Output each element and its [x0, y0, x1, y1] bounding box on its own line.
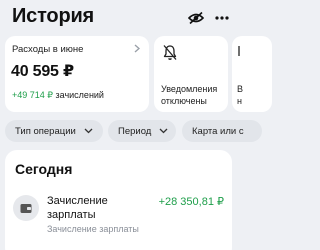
header: История	[0, 0, 240, 36]
income-amount: +49 714 ₽	[12, 90, 54, 100]
income-label: зачислений	[55, 90, 104, 100]
peek-card[interactable]: В н	[232, 36, 272, 112]
wallet-icon	[13, 195, 39, 221]
peek-text: В н	[237, 84, 244, 106]
transaction-amount: +28 350,81 ₽	[158, 196, 224, 208]
today-section: Сегодня Зачисление зарплаты Зачисление з…	[5, 150, 232, 250]
section-title: Сегодня	[15, 161, 73, 177]
notifications-card[interactable]: Уведомления отключены	[154, 36, 228, 112]
filter-card[interactable]: Карта или с	[182, 120, 262, 142]
filter-period[interactable]: Период	[108, 120, 176, 142]
notifications-text: Уведомления отключены	[161, 84, 218, 106]
transaction-title[interactable]: Зачисление зарплаты	[47, 195, 108, 222]
spending-label: Расходы в июне	[12, 44, 84, 55]
spending-amount: 40 595 ₽	[11, 63, 74, 80]
eye-off-icon[interactable]	[186, 8, 206, 28]
filter-chips: Тип операции Период Карта или с	[0, 120, 262, 142]
chevron-right-icon	[134, 44, 140, 53]
filter-operation-type[interactable]: Тип операции	[5, 120, 103, 142]
page-title: История	[12, 5, 95, 27]
chevron-down-icon	[159, 128, 168, 134]
partial-icon	[238, 46, 240, 56]
summary-cards: Расходы в июне 40 595 ₽ +49 714 ₽ зачисл…	[0, 36, 272, 112]
filter-label: Тип операции	[15, 125, 76, 137]
income-line: +49 714 ₽ зачислений	[12, 90, 104, 101]
filter-label: Карта или с	[192, 125, 244, 137]
chevron-down-icon	[84, 128, 93, 134]
spending-card[interactable]: Расходы в июне 40 595 ₽ +49 714 ₽ зачисл…	[5, 36, 149, 112]
filter-label: Период	[118, 125, 152, 137]
more-icon[interactable]	[212, 8, 232, 28]
bell-off-icon	[163, 45, 177, 60]
transaction-subtitle: Зачисление зарплаты	[47, 224, 139, 234]
